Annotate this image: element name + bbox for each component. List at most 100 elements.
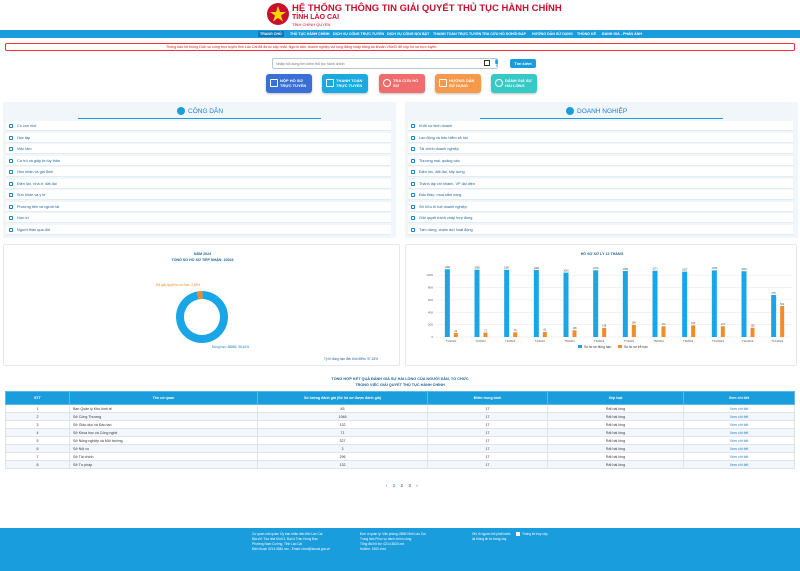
- citizen-item[interactable]: Có con nhỏ: [6, 121, 391, 131]
- cell-detail[interactable]: Xem chi tiết: [683, 412, 795, 421]
- citizen-item[interactable]: Cư trú và giấy tờ tùy thân: [6, 155, 391, 166]
- nav-home[interactable]: TRANG CHỦ: [258, 31, 284, 37]
- cell-detail[interactable]: Xem chi tiết: [683, 404, 795, 413]
- business-item[interactable]: Tạm dừng, chấm dứt hoạt động: [408, 224, 793, 235]
- emblem-icon[interactable]: [266, 2, 290, 26]
- bar-value-label: 82: [543, 329, 546, 332]
- bar-chart[interactable]: 0 200 400 600 800 1000 1096 64 T1/2024 1089 71 T2/2…: [406, 261, 798, 357]
- book-icon: [439, 79, 447, 87]
- bar-on-time[interactable]: [593, 270, 599, 337]
- announcement-text: Thông báo hệ thống Dịch vụ công trực tuy…: [166, 45, 438, 49]
- citizen-item[interactable]: Việc làm: [6, 144, 391, 154]
- bar-on-time[interactable]: [682, 271, 688, 337]
- quick-submit-online-button[interactable]: NỘP HỒ SƠ TRỰC TUYẾN: [266, 74, 312, 93]
- nav-guide[interactable]: HƯỚNG DẪN SỬ DỤNG: [532, 31, 573, 37]
- nav-feedback[interactable]: ĐÁNH GIÁ - PHẢN ÁNH: [602, 31, 642, 37]
- nav-lookup[interactable]: TRA CỨU HỒ SƠ: [482, 31, 511, 37]
- bar-on-time[interactable]: [563, 272, 569, 337]
- bar-on-time[interactable]: [474, 269, 480, 337]
- bar-late[interactable]: [602, 327, 607, 337]
- cell-detail[interactable]: Xem chi tiết: [683, 452, 795, 461]
- donut-chart[interactable]: [172, 287, 232, 347]
- bar-on-time[interactable]: [771, 295, 777, 337]
- legend-on-time[interactable]: Số hồ sơ đúng hạn: [578, 345, 611, 349]
- category-icon: [411, 227, 415, 232]
- cell-detail[interactable]: Xem chi tiết: [683, 444, 795, 453]
- citizen-item[interactable]: Sức khỏe và y tế: [6, 190, 391, 200]
- bar-on-time[interactable]: [652, 270, 658, 337]
- bar-late[interactable]: [720, 326, 725, 337]
- citizen-item[interactable]: Điện lực, nhà ở, đất đai: [6, 178, 391, 189]
- category-icon: [9, 227, 13, 232]
- pager-page-3[interactable]: 3: [408, 483, 411, 488]
- cell-detail[interactable]: Xem chi tiết: [683, 460, 795, 469]
- bar-late[interactable]: [631, 324, 636, 337]
- legend-late[interactable]: Số hồ sơ trễ hạn: [618, 345, 648, 349]
- business-item[interactable]: Điện lực, đất đai, xây dựng: [408, 167, 793, 177]
- citizen-item[interactable]: Học tập: [6, 132, 391, 143]
- quick-guide-button[interactable]: HƯỚNG DẪN SỬ DỤNG: [435, 74, 481, 93]
- qr-code-icon[interactable]: [484, 60, 490, 66]
- cell-detail[interactable]: Xem chi tiết: [683, 436, 795, 445]
- business-item[interactable]: Lao động và bảo hiểm xã hội: [408, 132, 793, 143]
- citizen-divider: [78, 118, 321, 119]
- quick-rating-button[interactable]: ĐÁNH GIÁ SỰ HÀI LÒNG: [491, 74, 537, 93]
- table-row: 6 Sở Nội vụ 3 17 Rất hài lòng Xem chi tiết: [5, 444, 795, 453]
- cell-rank: Rất hài lòng: [547, 452, 684, 461]
- bar-late[interactable]: [572, 330, 577, 337]
- cell-detail[interactable]: Xem chi tiết: [683, 428, 795, 437]
- citizen-item[interactable]: Hôn nhân và gia đình: [6, 167, 391, 177]
- bar-on-time[interactable]: [711, 270, 717, 337]
- bar-late[interactable]: [750, 327, 755, 337]
- bar-on-time[interactable]: [444, 269, 450, 337]
- cell-detail[interactable]: Xem chi tiết: [683, 420, 795, 429]
- citizen-item[interactable]: Người thân qua đời: [6, 224, 391, 235]
- bar-late[interactable]: [483, 332, 488, 337]
- bar-late[interactable]: [691, 325, 696, 337]
- nav-online-payment[interactable]: THANH TOÁN TRỰC TUYẾN: [433, 31, 481, 37]
- citizen-item[interactable]: Phương tiện và người lái: [6, 201, 391, 212]
- donut-slice-0[interactable]: [176, 291, 228, 343]
- category-icon: [411, 170, 415, 174]
- business-item[interactable]: Đấu thầu, mua sắm công: [408, 190, 793, 200]
- quick-online-payment-button[interactable]: THANH TOÁN TRỰC TUYẾN: [322, 74, 368, 93]
- bar-on-time[interactable]: [622, 270, 628, 337]
- col-score: Điểm trung bình: [427, 391, 548, 405]
- business-item[interactable]: Tài chính doanh nghiệp: [408, 144, 793, 154]
- bar-late[interactable]: [542, 331, 547, 337]
- bar-late[interactable]: [780, 305, 785, 337]
- quick-lookup-button[interactable]: TRA CỨU HỒ SƠ: [379, 74, 425, 93]
- bar-on-time[interactable]: [533, 270, 539, 337]
- bar-on-time[interactable]: [741, 271, 747, 337]
- bar-late[interactable]: [513, 332, 518, 337]
- site-title[interactable]: HỆ THỐNG THÔNG TIN GIẢI QUYẾT THỦ TỤC HÀ…: [292, 4, 562, 14]
- nav-statistics[interactable]: THỐNG KÊ: [577, 31, 596, 37]
- pager-page-2[interactable]: 2: [401, 483, 404, 488]
- bar-on-time[interactable]: [504, 269, 510, 337]
- nav-featured-services[interactable]: DỊCH VỤ CÔNG NỔI BẬT: [387, 31, 429, 37]
- business-item[interactable]: Sở hữu trí tuệ doanh nghiệp: [408, 201, 793, 212]
- business-item[interactable]: Giải quyết tranh chấp hợp đồng: [408, 213, 793, 223]
- microphone-icon[interactable]: [494, 59, 499, 67]
- bar-late[interactable]: [453, 333, 458, 337]
- category-icon: [411, 204, 415, 209]
- citizen-item[interactable]: Hưu trí: [6, 213, 391, 223]
- business-item[interactable]: Thành lập chi nhánh, VP đại diện: [408, 178, 793, 189]
- cell-rank: Rất hài lòng: [547, 444, 684, 453]
- business-item[interactable]: Thương mại, quảng cáo: [408, 155, 793, 166]
- bar-late[interactable]: [661, 326, 666, 337]
- category-icon: [411, 193, 415, 197]
- announcement-marquee[interactable]: Thông báo hệ thống Dịch vụ công trực tuy…: [5, 43, 795, 51]
- pager-next[interactable]: ›: [416, 483, 418, 488]
- nav-online-services[interactable]: DỊCH VỤ CÔNG TRỰC TUYẾN: [333, 31, 384, 37]
- search-button[interactable]: Tìm kiếm: [510, 59, 536, 68]
- cell-score: 17: [427, 412, 548, 421]
- nav-procedures[interactable]: THỦ TỤC HÀNH CHÍNH: [290, 31, 330, 37]
- bar-value-label: 1079: [593, 267, 599, 270]
- search-input[interactable]: [276, 60, 476, 68]
- business-item[interactable]: Khởi sự kinh doanh: [408, 121, 793, 131]
- nav-faq[interactable]: HỎI ĐÁP: [511, 31, 526, 37]
- footer-visitor-counter[interactable]: Thống kê truy cập: [516, 532, 548, 537]
- pager-page-1[interactable]: 1: [393, 483, 396, 488]
- pager-prev[interactable]: ‹: [386, 483, 388, 488]
